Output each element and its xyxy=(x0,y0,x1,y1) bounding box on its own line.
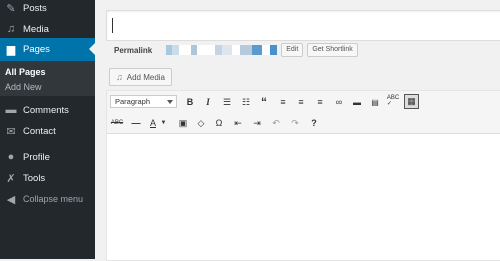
format-select-value: Paragraph xyxy=(115,97,151,106)
indent-icon[interactable]: ⇥ xyxy=(250,116,264,130)
comments-icon: ▬ xyxy=(5,104,17,116)
bullet-list-icon[interactable]: ☰ xyxy=(220,95,234,109)
menu-item-label: Profile xyxy=(23,151,50,163)
main-content: Permalink Edit Get Shortlink ♫ Add Media… xyxy=(95,0,500,261)
pin-icon: ✎ xyxy=(6,3,16,15)
italic-icon[interactable]: I xyxy=(201,95,215,109)
strikethrough-icon[interactable]: ABC xyxy=(110,116,124,130)
collapse-menu-button[interactable]: ◀ Collapse menu xyxy=(0,188,95,210)
blockquote-icon[interactable]: “ xyxy=(257,95,271,109)
collapse-icon: ◀ xyxy=(6,193,16,206)
media-icon: ♫ xyxy=(116,72,123,82)
pages-submenu: All Pages Add New xyxy=(0,61,95,96)
align-right-icon[interactable]: ≡ xyxy=(313,95,327,109)
chevron-down-icon[interactable]: ▼ xyxy=(160,116,167,130)
menu-item-tools[interactable]: ✗ Tools xyxy=(0,167,95,189)
menu-item-label: Contact xyxy=(23,125,56,137)
help-icon[interactable]: ? xyxy=(307,116,321,130)
outdent-icon[interactable]: ⇤ xyxy=(231,116,245,130)
editor-body[interactable] xyxy=(107,134,500,260)
permalink-url[interactable] xyxy=(166,45,278,55)
paste-text-icon[interactable]: ▣ xyxy=(176,116,190,130)
menu-item-label: Collapse menu xyxy=(23,194,84,204)
menu-item-label: Comments xyxy=(23,104,69,116)
text-caret xyxy=(112,18,113,33)
menu-item-pages[interactable]: ▆ Pages xyxy=(0,38,95,61)
align-left-icon[interactable]: ≡ xyxy=(276,95,290,109)
submenu-add-new[interactable]: Add New xyxy=(5,82,42,92)
undo-icon[interactable]: ↶ xyxy=(269,116,283,130)
permalink-label: Permalink xyxy=(114,45,153,55)
menu-item-label: Media xyxy=(23,23,49,35)
align-center-icon[interactable]: ≡ xyxy=(294,95,308,109)
numbered-list-icon[interactable]: ☷ xyxy=(239,95,253,109)
menu-item-comments[interactable]: ▬ Comments xyxy=(0,99,95,121)
editor-toolbar: Paragraph B I ☰ ☷ “ ≡ ≡ ≡ ∞ ▬ ▤ ABC ✓ ▦ A… xyxy=(107,91,500,134)
redo-icon[interactable]: ↷ xyxy=(288,116,302,130)
add-media-label: Add Media xyxy=(126,72,165,82)
menu-item-posts[interactable]: ✎ Posts xyxy=(0,0,95,17)
format-select[interactable]: Paragraph xyxy=(110,95,177,108)
menu-item-contact[interactable]: ✉ Contact xyxy=(0,120,95,142)
bold-icon[interactable]: B xyxy=(183,95,197,109)
horizontal-line-icon[interactable]: — xyxy=(129,116,143,130)
get-shortlink-button[interactable]: Get Shortlink xyxy=(307,43,358,57)
user-icon: ● xyxy=(7,151,15,163)
special-char-icon[interactable]: Ω xyxy=(212,116,226,130)
add-media-button[interactable]: ♫ Add Media xyxy=(109,68,172,86)
pages-icon: ▆ xyxy=(6,44,16,56)
clear-format-icon[interactable]: ◇ xyxy=(194,116,208,130)
submenu-all-pages[interactable]: All Pages xyxy=(5,67,46,77)
unlink-icon[interactable]: ▤ xyxy=(368,95,382,109)
menu-item-profile[interactable]: ● Profile xyxy=(0,146,95,168)
menu-item-label: Tools xyxy=(23,172,46,184)
link-icon[interactable]: ∞ xyxy=(332,95,346,109)
media-icon: ♫ xyxy=(6,23,16,35)
content-editor[interactable]: Paragraph B I ☰ ☷ “ ≡ ≡ ≡ ∞ ▬ ▤ ABC ✓ ▦ A… xyxy=(106,90,500,261)
chevron-down-icon xyxy=(167,100,173,104)
spellcheck-icon[interactable]: ABC ✓ xyxy=(386,94,400,108)
menu-item-media[interactable]: ♫ Media xyxy=(0,18,95,40)
admin-sidebar: ✎ Posts ♫ Media ▆ Pages All Pages Add Ne… xyxy=(0,0,95,259)
menu-item-label: Pages xyxy=(23,44,50,55)
permalink-row: Permalink Edit Get Shortlink xyxy=(114,43,358,57)
menu-item-label: Posts xyxy=(23,3,47,14)
text-color-icon[interactable]: A xyxy=(147,116,159,130)
title-input[interactable] xyxy=(106,10,500,41)
mail-icon: ✉ xyxy=(6,125,16,138)
edit-permalink-button[interactable]: Edit xyxy=(281,43,304,57)
read-more-icon[interactable]: ▬ xyxy=(350,95,364,109)
toolbar-toggle-icon[interactable]: ▦ xyxy=(404,94,419,109)
wrench-icon: ✗ xyxy=(6,172,16,185)
